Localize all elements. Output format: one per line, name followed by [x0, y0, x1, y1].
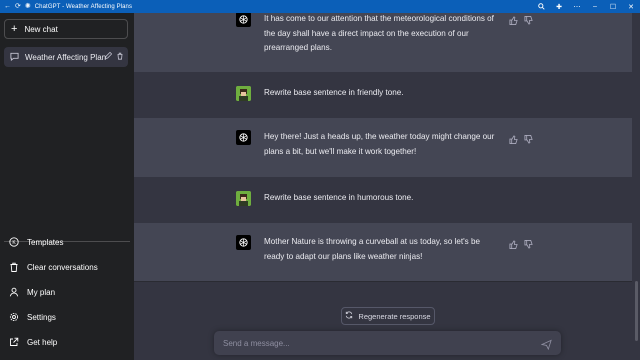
menu-label: Get help [27, 337, 58, 347]
refresh-icon [345, 311, 353, 321]
gear-icon [9, 312, 19, 322]
regenerate-response-button[interactable]: Regenerate response [341, 307, 435, 325]
minimize-button[interactable]: – [586, 0, 604, 13]
extensions-icon[interactable]: ✚ [550, 0, 568, 13]
user-message-row: Rewrite base sentence in humorous tone. [134, 177, 632, 223]
user-avatar [236, 86, 251, 101]
scrollbar-track[interactable] [632, 13, 640, 360]
thumbs-up-icon[interactable] [509, 131, 518, 149]
assistant-message-text: Hey there! Just a heads up, the weather … [264, 132, 495, 156]
thumbs-down-icon[interactable] [524, 131, 533, 149]
trash-icon[interactable] [116, 52, 124, 62]
close-button[interactable]: ✕ [622, 0, 640, 13]
regenerate-label: Regenerate response [358, 311, 431, 321]
maximize-button[interactable]: ☐ [604, 0, 622, 13]
chatgpt-avatar [236, 130, 251, 145]
conversation-label: Weather Affecting Plan [25, 52, 107, 62]
send-icon[interactable] [540, 337, 553, 351]
assistant-message-row: Hey there! Just a heads up, the weather … [134, 118, 632, 178]
menu-label: Templates [27, 237, 64, 247]
new-chat-label: New chat [24, 24, 58, 34]
chatgpt-app-icon: ✺ [24, 3, 31, 10]
search-icon[interactable] [532, 0, 550, 13]
sidebar-item-clear-conversations[interactable]: Clear conversations [4, 257, 128, 277]
user-message-text: Rewrite base sentence in humorous tone. [264, 193, 414, 202]
sidebar-item-my-plan[interactable]: My plan [4, 282, 128, 302]
scrollbar-thumb[interactable] [635, 281, 638, 341]
thumbs-down-icon[interactable] [524, 236, 533, 254]
menu-label: Clear conversations [27, 262, 98, 272]
assistant-message-text: Mother Nature is throwing a curveball at… [264, 237, 480, 261]
plus-icon: + [11, 22, 18, 35]
message-input[interactable] [221, 337, 525, 349]
window-titlebar: ← ⟳ ✺ ChatGPT - Weather Affecting Plans … [0, 0, 640, 13]
external-link-icon [9, 337, 19, 347]
assistant-message-row: Mother Nature is throwing a curveball at… [134, 223, 632, 282]
chat-bubble-icon [10, 52, 19, 63]
sidebar-item-templates[interactable]: K Templates [4, 232, 128, 252]
sidebar-item-settings[interactable]: Settings [4, 307, 128, 327]
chatgpt-avatar [236, 235, 251, 250]
svg-text:K: K [12, 240, 16, 246]
more-options-icon[interactable]: ⋯ [568, 0, 586, 13]
new-chat-button[interactable]: + New chat [4, 19, 128, 39]
sidebar-conversation-item[interactable]: Weather Affecting Plan [4, 47, 128, 67]
assistant-message-text: It has come to our attention that the me… [264, 14, 494, 52]
back-arrow-icon[interactable]: ← [4, 0, 11, 13]
thumbs-up-icon[interactable] [509, 236, 518, 254]
edit-pencil-icon[interactable] [104, 51, 113, 62]
chatgpt-avatar [236, 13, 251, 27]
assistant-message-row: It has come to our attention that the me… [134, 13, 632, 73]
user-icon [9, 287, 19, 297]
user-message-row: Rewrite base sentence in friendly tone. [134, 72, 632, 118]
window-title: ChatGPT - Weather Affecting Plans [34, 3, 133, 10]
user-avatar [236, 191, 251, 206]
conversation-panel: It has come to our attention that the me… [134, 13, 640, 360]
sidebar-item-get-help[interactable]: Get help [4, 332, 128, 352]
thumbs-up-icon[interactable] [509, 13, 518, 30]
thumbs-down-icon[interactable] [524, 13, 533, 30]
user-message-text: Rewrite base sentence in friendly tone. [264, 88, 404, 97]
trash-icon [9, 262, 19, 272]
sidebar: + New chat Weather Affecting Plan K Temp… [0, 13, 134, 360]
message-input-box [214, 331, 561, 355]
menu-label: My plan [27, 287, 56, 297]
templates-icon: K [9, 237, 19, 247]
refresh-icon[interactable]: ⟳ [15, 0, 21, 13]
menu-label: Settings [27, 312, 56, 322]
